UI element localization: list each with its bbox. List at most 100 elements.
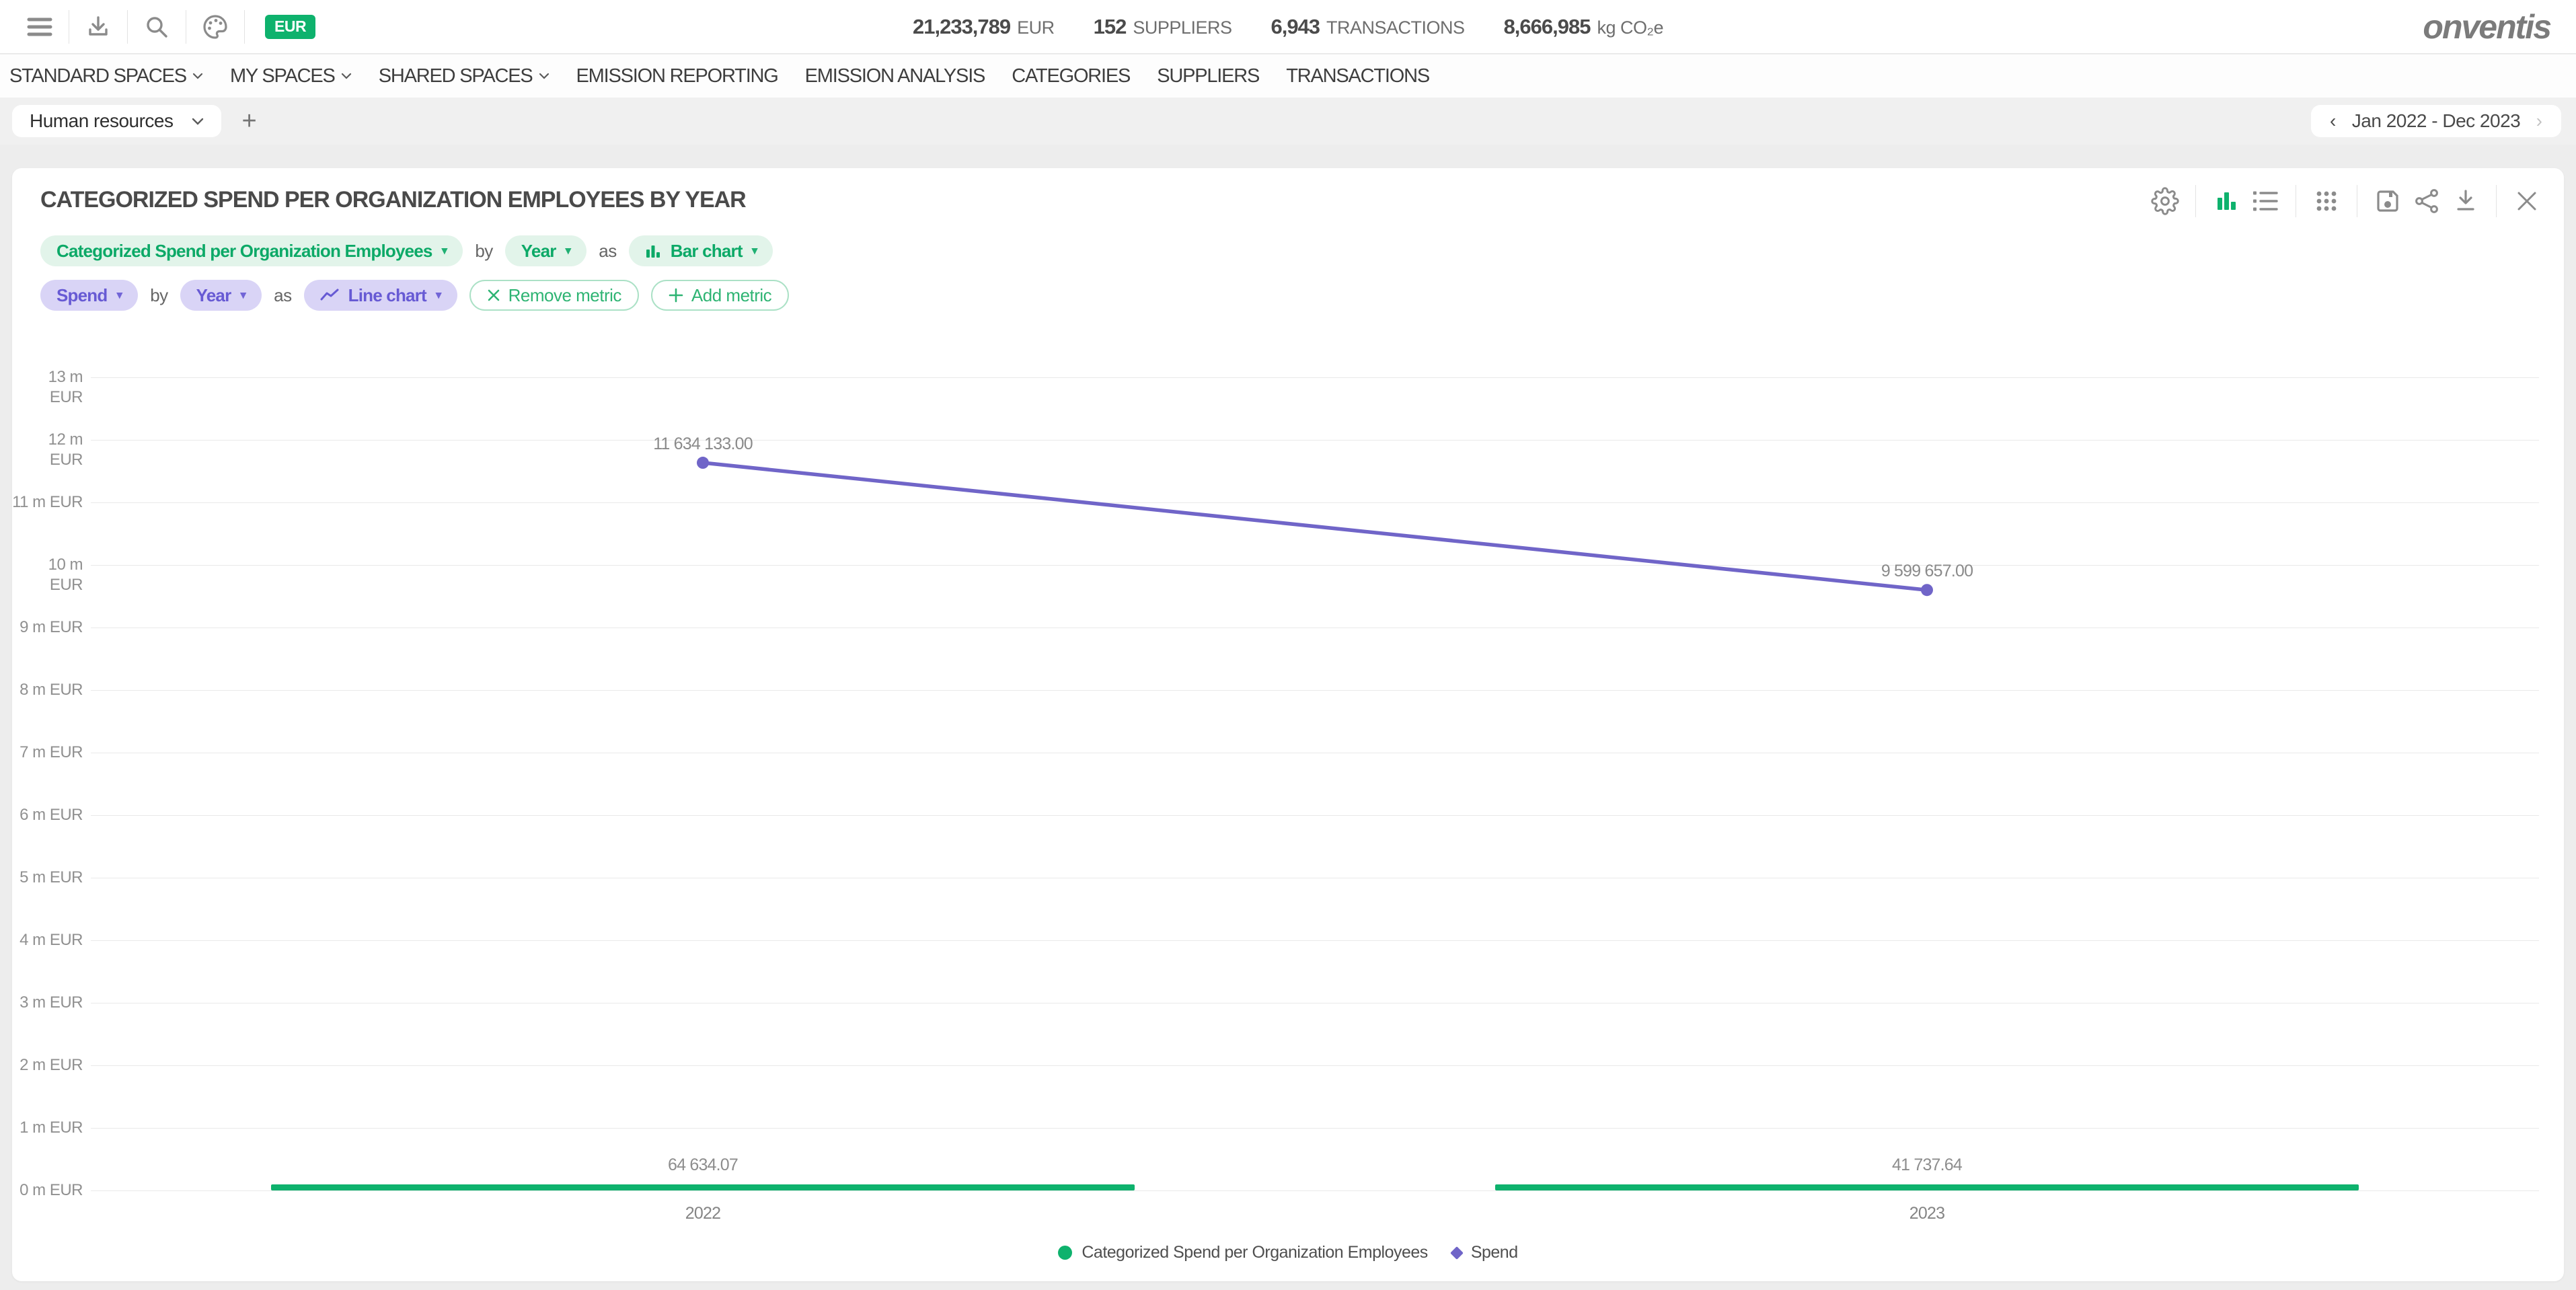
line-chart-icon — [320, 288, 339, 303]
divider — [244, 10, 245, 44]
stat-unit: kg CO₂e — [1597, 17, 1663, 38]
chart-card: CATEGORIZED SPEND PER ORGANIZATION EMPLO… — [12, 168, 2564, 1281]
nav-label: TRANSACTIONS — [1286, 65, 1429, 87]
main-nav: STANDARD SPACES MY SPACES SHARED SPACES … — [0, 54, 2576, 98]
plus-icon — [669, 288, 683, 303]
nav-transactions[interactable]: TRANSACTIONS — [1286, 65, 1429, 87]
save-icon[interactable] — [2368, 182, 2407, 221]
dimension-label: Categorized Spend per Organization Emplo… — [56, 241, 432, 262]
chevron-down-icon: ▾ — [116, 289, 122, 302]
stat-transactions: 6,943 TRANSACTIONS — [1271, 15, 1464, 39]
divider — [127, 10, 128, 44]
summary-stats: 21,233,789 EUR 152 SUPPLIERS 6,943 TRANS… — [913, 0, 1663, 54]
palette-icon[interactable] — [196, 7, 235, 46]
currency-badge[interactable]: EUR — [265, 15, 315, 39]
nav-emission-analysis[interactable]: EMISSION ANALYSIS — [805, 65, 985, 87]
chevron-down-icon — [539, 73, 550, 79]
chart-toolbar — [2146, 182, 2546, 221]
nav-emission-reporting[interactable]: EMISSION REPORTING — [576, 65, 778, 87]
prev-period-icon[interactable]: ‹ — [2326, 110, 2340, 132]
group-dropdown[interactable]: Year ▾ — [180, 280, 262, 311]
group-label: Year — [521, 241, 556, 262]
bar-chart-icon — [645, 243, 661, 259]
metric-row-bar: Categorized Spend per Organization Emplo… — [40, 235, 773, 266]
chart-type-label: Bar chart — [671, 241, 743, 262]
add-metric-label: Add metric — [691, 285, 771, 306]
chevron-down-icon — [341, 73, 352, 79]
remove-metric-button[interactable]: Remove metric — [469, 280, 639, 311]
legend-item-bar-series[interactable]: Categorized Spend per Organization Emplo… — [1058, 1243, 1427, 1262]
nav-label: MY SPACES — [230, 65, 335, 87]
stat-unit: TRANSACTIONS — [1326, 17, 1465, 38]
as-text: as — [599, 241, 616, 262]
legend-item-line-series[interactable]: Spend — [1452, 1243, 1518, 1262]
x-icon — [487, 289, 500, 302]
chevron-down-icon — [192, 73, 203, 79]
search-icon[interactable] — [137, 7, 176, 46]
chart-title: CATEGORIZED SPEND PER ORGANIZATION EMPLO… — [40, 187, 746, 213]
nav-categories[interactable]: CATEGORIES — [1012, 65, 1130, 87]
list-view-icon[interactable] — [2246, 182, 2285, 221]
settings-icon[interactable] — [2146, 182, 2185, 221]
chevron-down-icon: ▾ — [442, 244, 447, 258]
group-label: Year — [196, 285, 231, 306]
nav-label: SHARED SPACES — [379, 65, 533, 87]
legend-marker-circle — [1058, 1246, 1072, 1260]
chart-type-label: Line chart — [348, 285, 426, 306]
grid-view-icon[interactable] — [2307, 182, 2346, 221]
line-point-2022[interactable] — [697, 457, 709, 469]
stat-suppliers: 152 SUPPLIERS — [1094, 15, 1232, 39]
dimension-dropdown[interactable]: Categorized Spend per Organization Emplo… — [40, 235, 463, 266]
add-metric-button[interactable]: Add metric — [651, 280, 789, 311]
chevron-down-icon — [192, 118, 204, 125]
bar-chart-view-icon[interactable] — [2207, 182, 2246, 221]
top-bar-left-icons: EUR — [0, 7, 315, 46]
chevron-down-icon: ▾ — [436, 289, 441, 302]
dimension-label: Spend — [56, 285, 107, 306]
download-icon[interactable] — [79, 7, 118, 46]
date-range-picker[interactable]: ‹ Jan 2022 - Dec 2023 › — [2311, 105, 2561, 137]
stat-value: 152 — [1094, 15, 1127, 39]
stat-unit: EUR — [1017, 17, 1055, 38]
remove-metric-label: Remove metric — [508, 285, 621, 306]
dimension-dropdown[interactable]: Spend ▾ — [40, 280, 138, 311]
next-period-icon[interactable]: › — [2532, 110, 2546, 132]
menu-icon[interactable] — [20, 7, 59, 46]
line-point-2023[interactable] — [1921, 584, 1933, 596]
as-text: as — [274, 285, 291, 306]
stat-unit: SUPPLIERS — [1133, 17, 1232, 38]
stat-value: 21,233,789 — [913, 15, 1010, 39]
chart-legend: Categorized Spend per Organization Emplo… — [12, 1243, 2564, 1262]
line-value-label: 9 599 657.00 — [1792, 562, 2061, 581]
download-chart-icon[interactable] — [2446, 182, 2485, 221]
metric-row-line: Spend ▾ by Year ▾ as Line chart ▾ Remove… — [40, 280, 789, 311]
nav-label: EMISSION REPORTING — [576, 65, 778, 87]
group-dropdown[interactable]: Year ▾ — [505, 235, 586, 266]
stat-co2: 8,666,985 kg CO₂e — [1504, 15, 1663, 39]
top-bar: EUR 21,233,789 EUR 152 SUPPLIERS 6,943 T… — [0, 0, 2576, 54]
chevron-down-icon: ▾ — [752, 244, 757, 258]
nav-suppliers[interactable]: SUPPLIERS — [1157, 65, 1259, 87]
nav-label: EMISSION ANALYSIS — [805, 65, 985, 87]
chart-type-dropdown[interactable]: Line chart ▾ — [304, 280, 457, 311]
nav-label: CATEGORIES — [1012, 65, 1130, 87]
legend-label: Spend — [1471, 1243, 1518, 1262]
close-icon[interactable] — [2507, 182, 2546, 221]
add-space-button[interactable]: + — [241, 108, 256, 134]
nav-standard-spaces[interactable]: STANDARD SPACES — [9, 65, 203, 87]
by-text: by — [475, 241, 492, 262]
chart-type-dropdown[interactable]: Bar chart ▾ — [629, 235, 773, 266]
tab-label: Human resources — [30, 110, 173, 132]
legend-label: Categorized Spend per Organization Emplo… — [1082, 1243, 1427, 1262]
share-icon[interactable] — [2407, 182, 2446, 221]
divider — [2195, 185, 2196, 217]
line-value-label: 11 634 133.00 — [568, 434, 837, 454]
nav-label: STANDARD SPACES — [9, 65, 186, 87]
nav-shared-spaces[interactable]: SHARED SPACES — [379, 65, 550, 87]
nav-label: SUPPLIERS — [1157, 65, 1259, 87]
nav-my-spaces[interactable]: MY SPACES — [230, 65, 352, 87]
plot-area: 0 m EUR1 m EUR2 m EUR3 m EUR4 m EUR5 m E… — [12, 340, 2564, 1238]
space-tab-human-resources[interactable]: Human resources — [12, 105, 221, 137]
stat-value: 6,943 — [1271, 15, 1320, 39]
date-range-label: Jan 2022 - Dec 2023 — [2352, 110, 2520, 132]
